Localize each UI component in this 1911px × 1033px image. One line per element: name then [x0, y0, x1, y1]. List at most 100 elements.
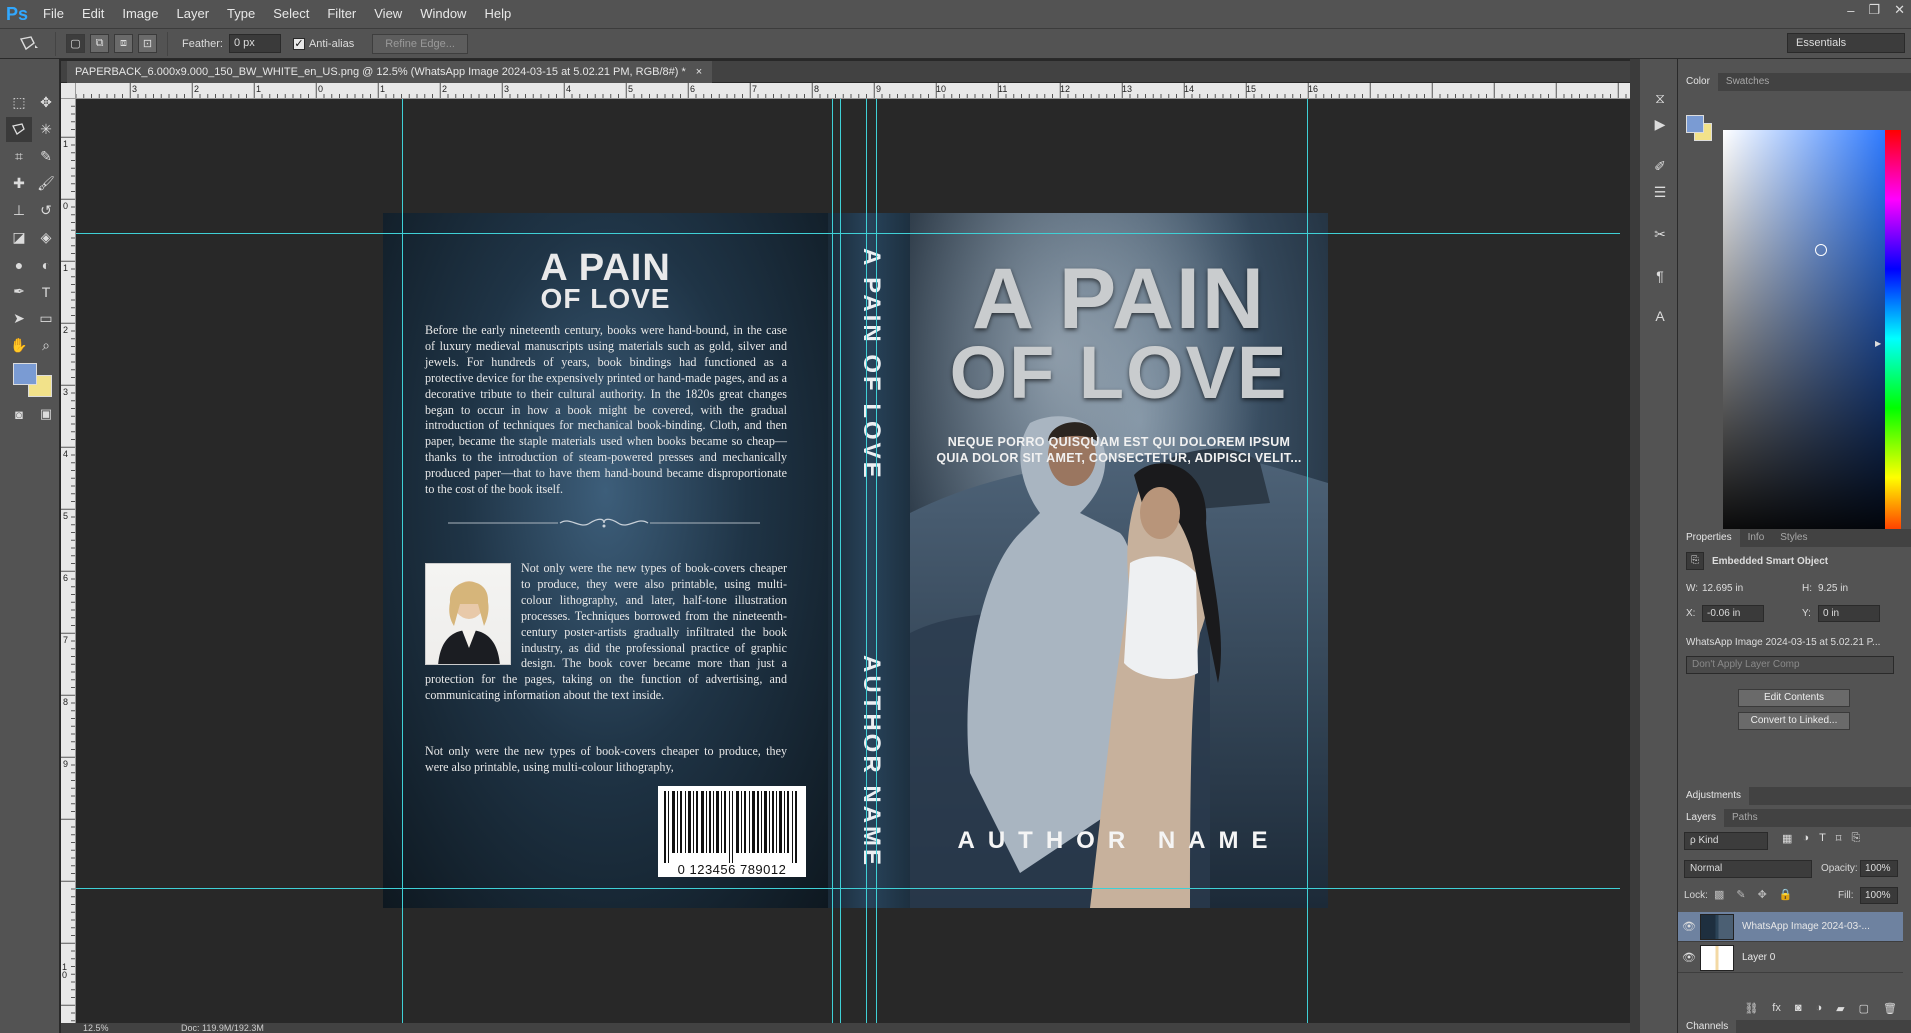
path-selection-tool-icon[interactable]: ➤ — [6, 306, 32, 331]
ruler-origin[interactable] — [61, 83, 76, 99]
restore-button[interactable]: ❐ — [1868, 2, 1880, 18]
quick-mask-icon[interactable]: ◙ — [6, 402, 32, 426]
antialias-check-box[interactable]: ✓ — [292, 37, 305, 50]
filter-smart-object-icon[interactable]: ⎘ — [1851, 832, 1860, 845]
feather-input[interactable]: 0 px — [228, 34, 281, 53]
menu-type[interactable]: Type — [218, 0, 264, 28]
y-input[interactable]: 0 in — [1818, 605, 1880, 622]
eyedropper-tool-icon[interactable]: ✎ — [33, 144, 59, 169]
h-value[interactable]: 9.25 in — [1818, 583, 1848, 594]
layer-row[interactable]: 👁 WhatsApp Image 2024-03-... — [1678, 912, 1903, 942]
character-icon[interactable]: A — [1649, 305, 1671, 327]
marquee-tool-icon[interactable]: ⬚ — [6, 90, 32, 115]
hue-slider-handle[interactable]: ▶ — [1875, 339, 1881, 348]
filter-type-icon[interactable]: T — [1819, 832, 1826, 845]
filter-shape-icon[interactable]: ⌑ — [1836, 832, 1842, 845]
menu-filter[interactable]: Filter — [318, 0, 365, 28]
color-picker-cursor[interactable] — [1815, 244, 1827, 256]
guide-vertical[interactable] — [1307, 99, 1308, 1025]
screen-mode-icon[interactable]: ▣ — [33, 402, 59, 426]
intersect-selection-icon[interactable]: ⊡ — [138, 34, 157, 53]
brush-presets-icon[interactable]: ✐ — [1649, 155, 1671, 177]
brush-settings-icon[interactable]: ☰ — [1649, 181, 1671, 203]
rectangle-tool-icon[interactable]: ▭ — [33, 306, 59, 331]
guide-vertical[interactable] — [876, 99, 877, 1025]
close-button[interactable]: ✕ — [1894, 2, 1905, 18]
clone-stamp-tool-icon[interactable]: ⊥ — [6, 198, 32, 223]
menu-view[interactable]: View — [365, 0, 411, 28]
tab-properties[interactable]: Properties — [1678, 529, 1740, 547]
close-tab-icon[interactable]: × — [696, 61, 702, 83]
fill-input[interactable]: 100% — [1860, 887, 1898, 904]
refine-edge-button[interactable]: Refine Edge... — [372, 33, 468, 54]
tab-color[interactable]: Color — [1678, 73, 1718, 91]
convert-to-linked-button[interactable]: Convert to Linked... — [1738, 712, 1850, 730]
blend-mode-select[interactable]: Normal — [1684, 860, 1812, 878]
lasso-tool-preset-icon[interactable] — [0, 31, 56, 56]
antialias-checkbox[interactable]: ✓ Anti-alias — [292, 37, 354, 50]
color-fg-swatch[interactable] — [1686, 115, 1704, 133]
layer-style-icon[interactable]: fx — [1772, 1002, 1781, 1014]
book-cover-canvas[interactable]: A PAIN OF LOVE Before the early nineteen… — [383, 213, 1328, 908]
menu-edit[interactable]: Edit — [73, 0, 113, 28]
lock-all-icon[interactable]: 🔒 — [1779, 888, 1793, 901]
menu-help[interactable]: Help — [475, 0, 520, 28]
menu-select[interactable]: Select — [264, 0, 318, 28]
layer-visibility-eye-icon[interactable]: 👁 — [1678, 951, 1700, 964]
filter-adjustment-icon[interactable]: ◑ — [1802, 832, 1809, 845]
history-brush-tool-icon[interactable]: ↺ — [33, 198, 59, 223]
magic-wand-tool-icon[interactable]: ✳ — [33, 117, 59, 142]
menu-window[interactable]: Window — [411, 0, 475, 28]
tab-adjustments[interactable]: Adjustments — [1678, 787, 1750, 805]
add-mask-icon[interactable]: ◙ — [1795, 1002, 1802, 1014]
type-tool-icon[interactable]: T — [33, 279, 59, 304]
layer-row[interactable]: 👁 Layer 0 — [1678, 943, 1903, 973]
tab-layers[interactable]: Layers — [1678, 809, 1725, 827]
lock-image-icon[interactable]: ✎ — [1736, 888, 1745, 901]
paragraph-icon[interactable]: ¶ — [1649, 265, 1671, 287]
horizontal-ruler[interactable]: 3 2 1 0 1 2 3 4 5 6 7 8 9 10 11 12 13 14… — [76, 83, 1630, 99]
layer-comp-select[interactable]: Don't Apply Layer Comp — [1686, 656, 1894, 674]
pen-tool-icon[interactable]: ✒ — [6, 279, 32, 304]
edit-contents-button[interactable]: Edit Contents — [1738, 689, 1850, 707]
new-selection-icon[interactable]: ▢ — [66, 34, 85, 53]
document-tab[interactable]: PAPERBACK_6.000x9.000_150_BW_WHITE_en_US… — [67, 61, 713, 83]
layer-name[interactable]: WhatsApp Image 2024-03-... — [1742, 921, 1870, 932]
color-spectrum-field[interactable] — [1723, 130, 1899, 547]
eraser-tool-icon[interactable]: ◪ — [6, 225, 32, 250]
panel-collapse-strip[interactable] — [1630, 59, 1640, 1033]
hue-slider[interactable] — [1885, 130, 1901, 547]
add-selection-icon[interactable]: ⧉ — [90, 34, 109, 53]
minimize-button[interactable]: – — [1847, 3, 1854, 18]
guide-vertical[interactable] — [832, 99, 833, 1025]
x-input[interactable]: -0.06 in — [1702, 605, 1764, 622]
blur-tool-icon[interactable]: ● — [6, 252, 32, 277]
paint-bucket-tool-icon[interactable]: ◈ — [33, 225, 59, 250]
guide-vertical[interactable] — [402, 99, 403, 1025]
actions-icon[interactable]: ▶ — [1649, 113, 1671, 135]
link-layers-icon[interactable]: ⛓ — [1744, 1002, 1758, 1015]
w-value[interactable]: 12.695 in — [1702, 583, 1802, 594]
tab-channels[interactable]: Channels — [1678, 1020, 1737, 1033]
menu-file[interactable]: File — [34, 0, 73, 28]
tab-info[interactable]: Info — [1740, 529, 1773, 547]
move-tool-icon[interactable]: ✥ — [33, 90, 59, 115]
new-group-icon[interactable]: ▰ — [1836, 1002, 1844, 1015]
lock-position-icon[interactable]: ✥ — [1758, 888, 1767, 901]
dodge-tool-icon[interactable]: ◐ — [33, 252, 59, 277]
menu-layer[interactable]: Layer — [168, 0, 219, 28]
guide-horizontal-bottom[interactable] — [76, 888, 1620, 889]
brush-tool-icon[interactable]: 🖌 — [33, 171, 59, 196]
layer-kind-filter[interactable]: ρ Kind — [1684, 832, 1768, 850]
guide-horizontal-top[interactable] — [76, 233, 1620, 234]
tab-styles[interactable]: Styles — [1772, 529, 1815, 547]
zoom-tool-icon[interactable]: ⌕ — [33, 333, 59, 358]
adjustment-layer-icon[interactable]: ◑ — [1816, 1002, 1823, 1014]
foreground-color-swatch[interactable] — [13, 363, 37, 385]
zoom-level[interactable]: 12.5% — [83, 1023, 109, 1033]
tab-paths[interactable]: Paths — [1724, 809, 1766, 827]
layer-name[interactable]: Layer 0 — [1742, 952, 1775, 963]
opacity-input[interactable]: 100% — [1860, 860, 1898, 877]
new-layer-icon[interactable]: ▢ — [1859, 1002, 1869, 1015]
menu-image[interactable]: Image — [113, 0, 167, 28]
